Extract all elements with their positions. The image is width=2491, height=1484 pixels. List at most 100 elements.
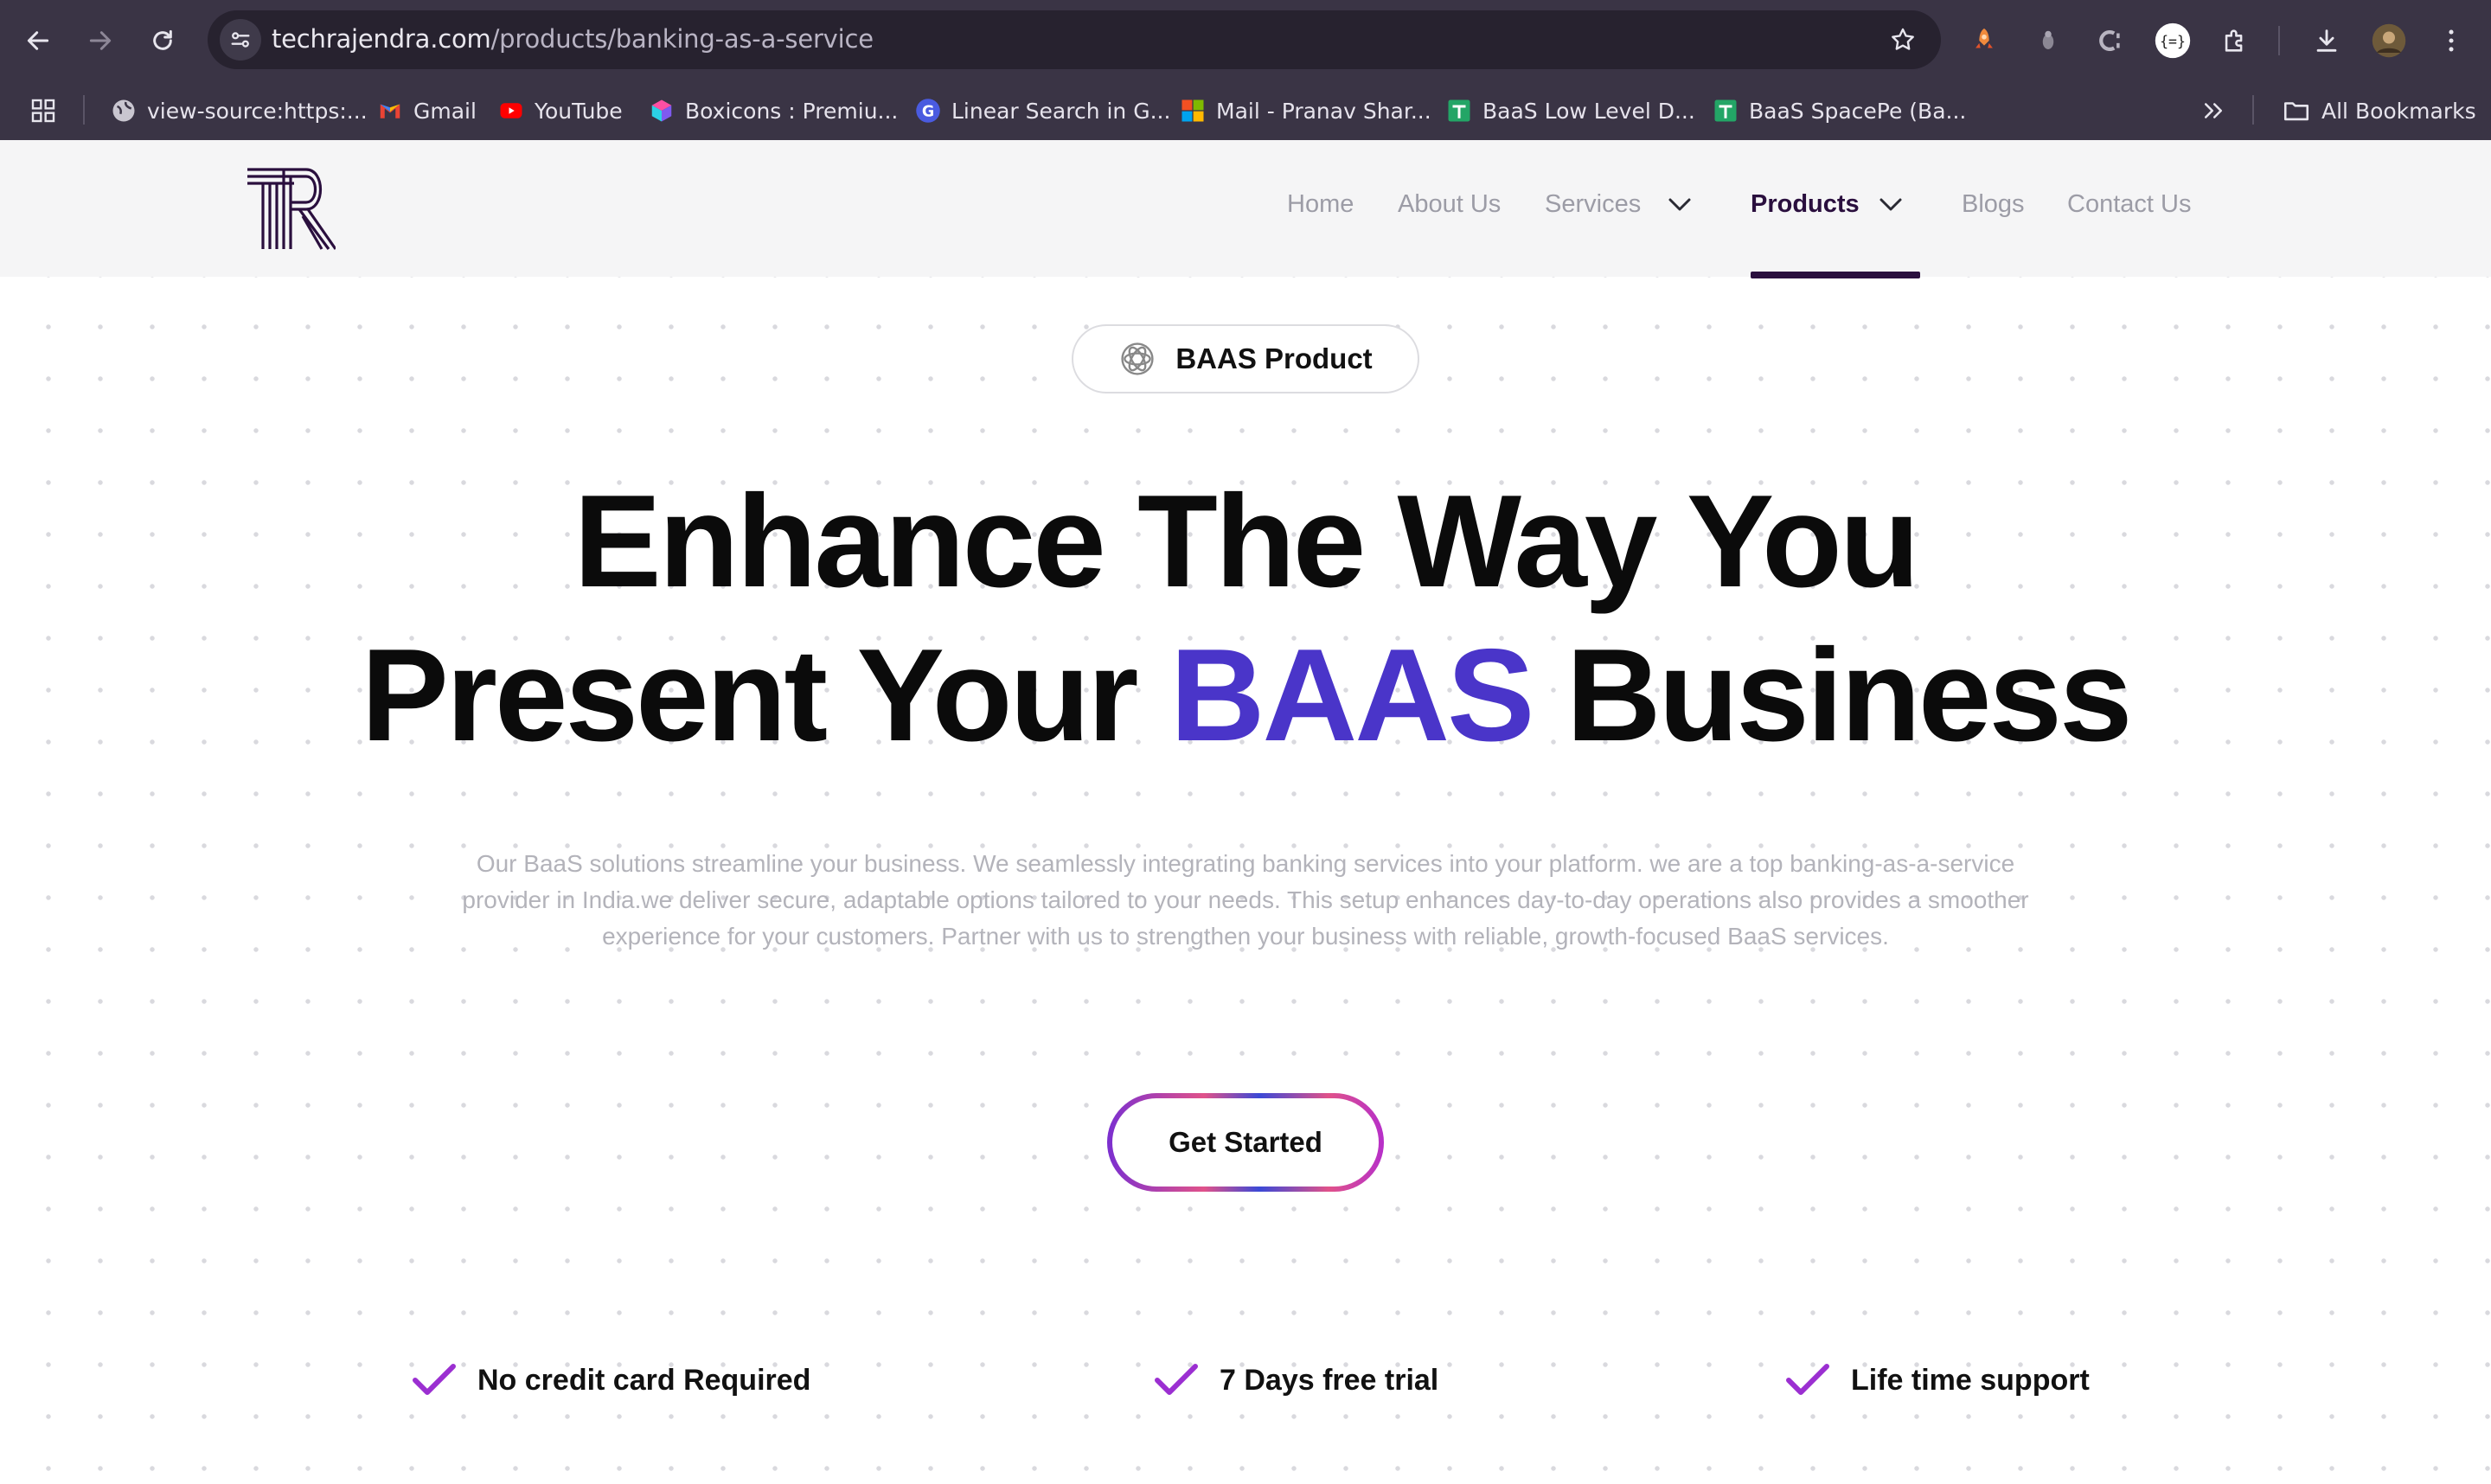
- more-bookmarks-button[interactable]: [2200, 93, 2226, 128]
- get-started-label: Get Started: [1112, 1098, 1379, 1187]
- site-logo[interactable]: [246, 166, 337, 251]
- hero-description: Our BaaS solutions streamline your busin…: [462, 850, 2029, 950]
- browser-toolbar: techrajendra.com/products/banking-as-a-s…: [0, 0, 2491, 81]
- feature-item: Life time support: [1785, 1354, 2090, 1406]
- bookmark-item[interactable]: BaaS Low Level D...: [1446, 93, 1695, 128]
- headline-accent: BAAS: [1169, 622, 1535, 769]
- double-chevron-right-icon: [2205, 103, 2222, 118]
- bookmark-item[interactable]: Gmail: [377, 93, 477, 128]
- avatar: [2372, 23, 2406, 58]
- site-settings-button[interactable]: [220, 19, 261, 61]
- extension-css-icon: [2099, 29, 2120, 52]
- get-started-button[interactable]: Get Started: [1107, 1093, 1384, 1192]
- address-bar[interactable]: techrajendra.com/products/banking-as-a-s…: [208, 10, 1941, 69]
- profile-button[interactable]: [2370, 22, 2408, 60]
- bookmark-item[interactable]: Boxicons : Premiu...: [649, 93, 898, 128]
- headline-line-2-before: Present Your: [361, 622, 1170, 769]
- badge-label: BAAS Product: [1175, 342, 1373, 374]
- reload-icon: [153, 29, 172, 50]
- nav-about-us[interactable]: About Us: [1398, 190, 1501, 219]
- url-text: techrajendra.com/products/banking-as-a-s…: [272, 24, 874, 54]
- extensions-menu-button[interactable]: [2216, 22, 2254, 60]
- sheets-icon: [1713, 98, 1739, 124]
- feature-item: No credit card Required: [412, 1354, 810, 1406]
- headline-line-1: Enhance The Way You: [573, 468, 1919, 615]
- nav-blogs[interactable]: Blogs: [1962, 190, 2025, 219]
- nav-contact-us[interactable]: Contact Us: [2067, 190, 2191, 219]
- youtube-icon: [498, 98, 524, 124]
- extension-button[interactable]: [1965, 22, 2003, 60]
- reload-button[interactable]: [142, 20, 183, 61]
- back-button[interactable]: [17, 20, 59, 61]
- extension-bug-icon: [2042, 30, 2054, 49]
- bookmark-item[interactable]: BaaS SpacePe (Ba...: [1713, 93, 1966, 128]
- site-header: Home About Us Services Products Blogs Co…: [0, 140, 2491, 278]
- bookmark-item[interactable]: G Linear Search in G...: [915, 93, 1170, 128]
- forward-button[interactable]: [80, 20, 121, 61]
- bookmark-label: YouTube: [535, 98, 623, 124]
- back-arrow-icon: [27, 31, 49, 50]
- r-logo-icon: [247, 168, 337, 250]
- bookmark-item[interactable]: Mail - Pranav Shar...: [1180, 93, 1431, 128]
- services-chevron-down-icon[interactable]: [1668, 197, 1692, 213]
- all-bookmarks-button[interactable]: All Bookmarks: [2282, 93, 2476, 128]
- bookmark-label: BaaS SpacePe (Ba...: [1749, 98, 1967, 124]
- atom-icon: [1121, 342, 1154, 375]
- browser-menu-button[interactable]: [2432, 22, 2470, 60]
- checkmark-icon: [1155, 1364, 1198, 1395]
- feature-item: 7 Days free trial: [1154, 1354, 1438, 1406]
- folder-icon: [2283, 102, 2309, 121]
- bookmarks-divider: [83, 95, 85, 125]
- star-icon: [1892, 28, 1914, 50]
- web-page: Home About Us Services Products Blogs Co…: [0, 140, 2491, 1484]
- sheets-icon: [1446, 98, 1472, 124]
- headline-line-2-after: Business: [1532, 622, 2133, 769]
- bookmark-label: view-source:https:...: [147, 98, 368, 124]
- apps-grid-icon: [31, 99, 55, 123]
- bookmark-label: Linear Search in G...: [951, 98, 1171, 124]
- hero-headline: Enhance The Way You Present Your BAAS Bu…: [0, 464, 2491, 772]
- extension-button[interactable]: {=}: [2154, 22, 2192, 60]
- url-host: techrajendra.com: [272, 24, 491, 54]
- download-icon: [2316, 29, 2337, 52]
- url-path: /products/banking-as-a-service: [490, 24, 874, 54]
- extension-json-icon: {=}: [2155, 22, 2191, 59]
- bookmark-item[interactable]: YouTube: [498, 93, 623, 128]
- microsoft-icon: [1180, 98, 1206, 124]
- nav-services[interactable]: Services: [1545, 190, 1641, 219]
- puzzle-icon: [2225, 29, 2243, 52]
- extension-button[interactable]: [2091, 22, 2129, 60]
- bookmarks-bar: view-source:https:... Gmail YouTube Boxi…: [0, 81, 2491, 140]
- checkmark-icon: [413, 1364, 456, 1395]
- checkmark-icon: [1786, 1364, 1829, 1395]
- toolbar-divider: [2278, 26, 2280, 55]
- nav-active-indicator: [1751, 272, 1920, 278]
- feature-label: Life time support: [1851, 1363, 2090, 1397]
- bookmark-label: Boxicons : Premiu...: [685, 98, 899, 124]
- bookmarks-divider: [2252, 95, 2254, 125]
- gmail-icon: [377, 98, 403, 124]
- apps-button[interactable]: [29, 93, 57, 128]
- forward-arrow-icon: [89, 31, 112, 50]
- bookmark-label: Mail - Pranav Shar...: [1216, 98, 1431, 124]
- svg-text:G: G: [922, 103, 934, 120]
- browser-chrome: techrajendra.com/products/banking-as-a-s…: [0, 0, 2491, 140]
- feature-label: 7 Days free trial: [1220, 1363, 1439, 1397]
- product-badge: BAAS Product: [1072, 324, 1419, 393]
- bookmark-label: BaaS Low Level D...: [1482, 98, 1695, 124]
- bookmark-item[interactable]: view-source:https:...: [111, 93, 368, 128]
- extension-rocket-icon: [1976, 28, 1993, 48]
- nav-products[interactable]: Products: [1751, 190, 1860, 219]
- globe-icon: [111, 98, 137, 124]
- svg-text:{=}: {=}: [2160, 33, 2186, 49]
- bookmark-star-button[interactable]: [1884, 21, 1922, 59]
- products-chevron-down-icon[interactable]: [1879, 197, 1903, 213]
- bookmark-label: Gmail: [413, 98, 477, 124]
- tune-icon: [231, 32, 250, 48]
- boxicons-icon: [649, 98, 675, 124]
- nav-home[interactable]: Home: [1287, 190, 1354, 219]
- downloads-button[interactable]: [2308, 22, 2346, 60]
- extension-button[interactable]: [2029, 22, 2067, 60]
- all-bookmarks-label: All Bookmarks: [2321, 98, 2476, 124]
- kebab-menu-icon: [2449, 29, 2454, 52]
